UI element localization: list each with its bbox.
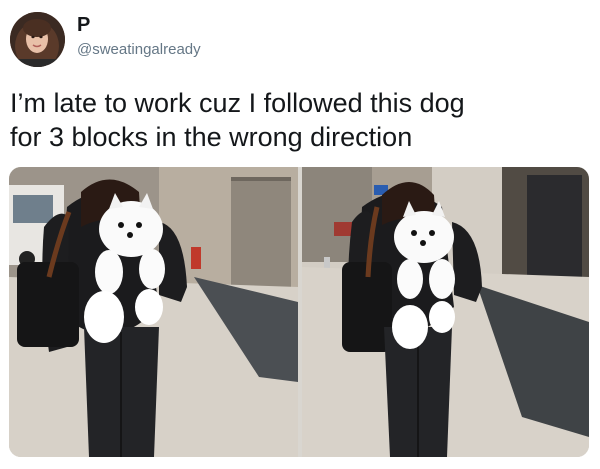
tweet-card: P @sweatingalready I’m late to work cuz … (0, 0, 600, 469)
tweet-text-line: for 3 blocks in the wrong direction (10, 122, 413, 152)
tweet-text-line: I’m late to work cuz I followed this dog (10, 88, 465, 118)
user-handle[interactable]: @sweatingalready (77, 41, 201, 59)
tweet-media (9, 167, 589, 457)
tweet-text: I’m late to work cuz I followed this dog… (10, 86, 590, 154)
tweet-photo-left[interactable] (9, 167, 298, 457)
display-name[interactable]: P (77, 14, 90, 36)
avatar[interactable] (10, 12, 65, 67)
tweet-photo-right[interactable] (302, 167, 589, 457)
